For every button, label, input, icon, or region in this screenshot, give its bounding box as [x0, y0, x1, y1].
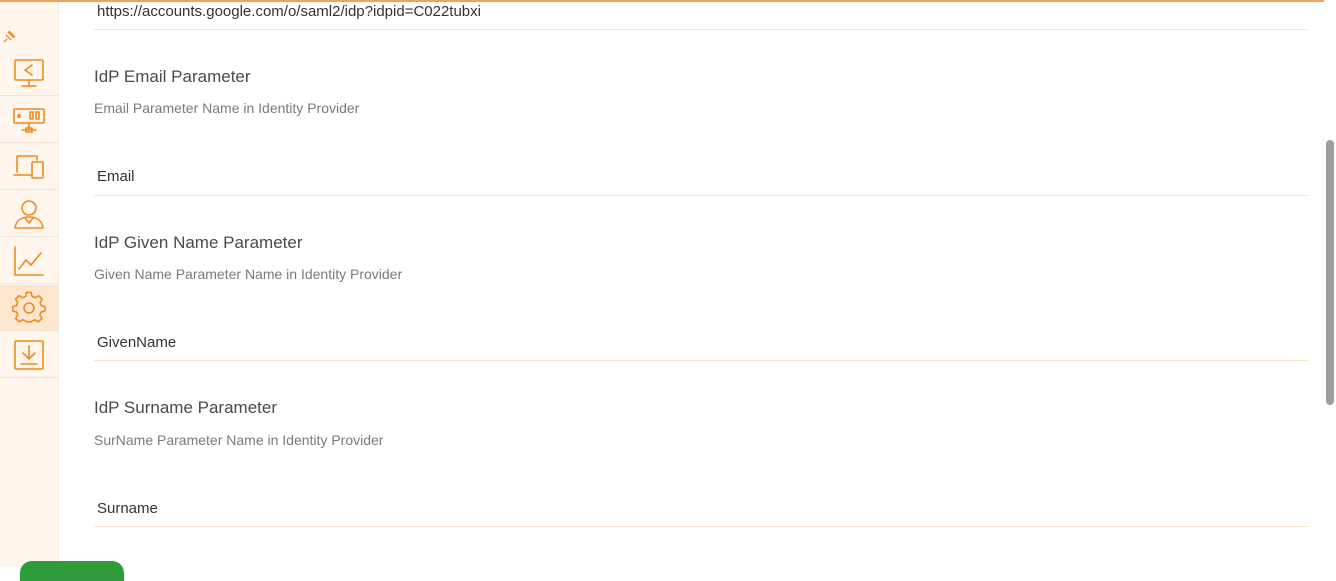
download-icon	[14, 339, 44, 370]
sidebar-item-servers[interactable]	[0, 97, 58, 143]
given-name-parameter-underline	[94, 360, 1308, 361]
pin-icon[interactable]	[3, 29, 17, 43]
sidebar-item-settings[interactable]	[0, 285, 58, 331]
scrollbar-thumb[interactable]	[1326, 140, 1334, 405]
server-icon	[13, 107, 45, 133]
sidebar-item-remote-access[interactable]	[0, 50, 58, 96]
given-name-parameter-title: IdP Given Name Parameter	[94, 233, 303, 252]
email-parameter-underline	[94, 195, 1308, 196]
share-screen-icon	[14, 58, 44, 87]
surname-parameter-description: SurName Parameter Name in Identity Provi…	[94, 432, 384, 448]
sidebar	[0, 2, 59, 567]
user-icon	[14, 199, 44, 229]
surname-parameter-input[interactable]: Surname	[97, 500, 158, 517]
sidebar-item-reports[interactable]	[0, 238, 58, 284]
sidebar-item-users[interactable]	[0, 191, 58, 237]
email-parameter-title: IdP Email Parameter	[94, 67, 251, 86]
save-button[interactable]	[20, 561, 124, 581]
sso-url-field-value[interactable]: https://accounts.google.com/o/saml2/idp?…	[97, 3, 481, 20]
given-name-parameter-input[interactable]: GivenName	[97, 334, 176, 351]
sidebar-item-downloads[interactable]	[0, 332, 58, 378]
email-parameter-description: Email Parameter Name in Identity Provide…	[94, 100, 360, 116]
top-border	[0, 0, 1336, 2]
chart-icon	[14, 245, 44, 276]
sidebar-item-devices[interactable]	[0, 144, 58, 190]
sso-url-field-underline	[94, 29, 1308, 30]
given-name-parameter-description: Given Name Parameter Name in Identity Pr…	[94, 266, 403, 282]
email-parameter-input[interactable]: Email	[97, 168, 135, 185]
gear-icon	[12, 291, 46, 323]
surname-parameter-underline	[94, 526, 1308, 527]
vertical-scrollbar[interactable]	[1324, 0, 1336, 567]
surname-parameter-title: IdP Surname Parameter	[94, 398, 277, 417]
devices-icon	[13, 154, 44, 179]
